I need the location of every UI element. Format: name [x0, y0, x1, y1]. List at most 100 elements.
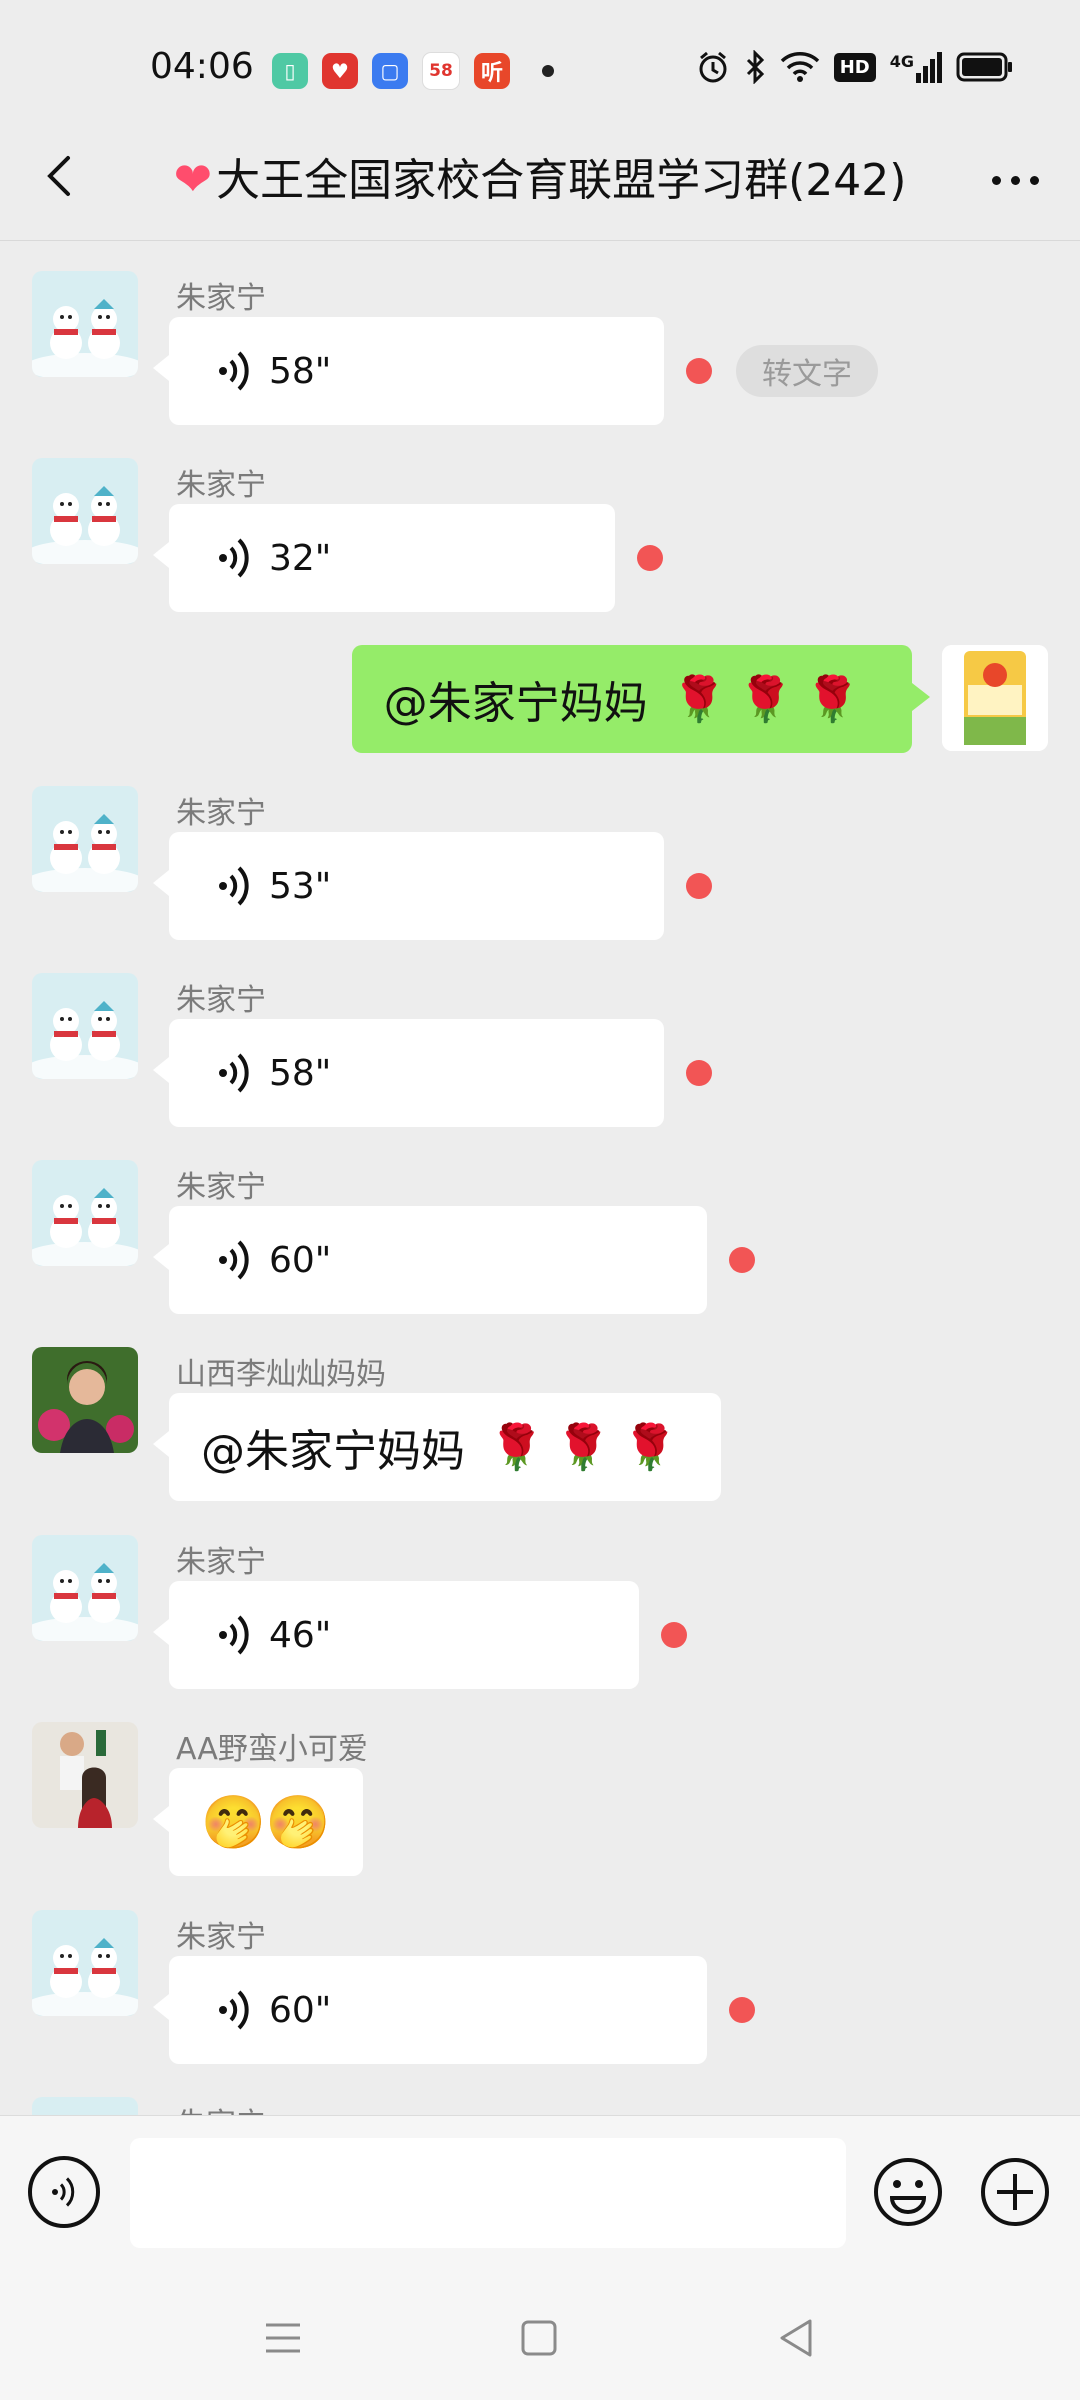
- snowman-avatar-icon: [32, 786, 138, 892]
- voice-duration: 46": [269, 1614, 332, 1656]
- to-text-button[interactable]: 转文字: [736, 345, 878, 397]
- voice-message-bubble[interactable]: 32": [153, 504, 615, 612]
- unread-dot: [661, 1622, 687, 1648]
- sender-name: 山西李灿灿妈妈: [176, 1357, 386, 1392]
- chat-title: ❤大王全国家校合育联盟学习群(242): [150, 144, 930, 208]
- heart-icon: ❤: [173, 152, 213, 206]
- avatar[interactable]: [32, 1347, 138, 1453]
- rose-emoji-icons: 🌹🌹🌹: [671, 674, 872, 725]
- message-text: @朱家宁妈妈: [383, 678, 648, 729]
- avatar[interactable]: [32, 271, 138, 377]
- sender-name: 朱家宁: [176, 1545, 266, 1580]
- unread-dot: [686, 1060, 712, 1086]
- voice-duration: 32": [269, 537, 332, 579]
- unread-dot: [686, 358, 712, 384]
- avatar[interactable]: [32, 1722, 138, 1828]
- message-text: 🤭🤭: [201, 1792, 331, 1853]
- sender-name: 朱家宁: [176, 796, 266, 831]
- unread-dot: [729, 1247, 755, 1273]
- sender-name: 朱家宁: [176, 1170, 266, 1205]
- voice-wave-icon: [219, 1053, 249, 1093]
- signal-icon: 4G: [889, 51, 942, 83]
- voice-wave-icon: [219, 538, 249, 578]
- voice-wave-icon: [219, 351, 249, 391]
- listen-app-icon: 听: [474, 53, 510, 89]
- home-nav-icon[interactable]: [514, 2313, 564, 2363]
- alarm-icon: [699, 51, 727, 83]
- sender-name: 朱家宁: [176, 2099, 266, 2115]
- rose-emoji-icons: 🌹🌹🌹: [489, 1422, 690, 1473]
- unread-dot: [729, 1997, 755, 2023]
- more-options-button[interactable]: [980, 150, 1050, 210]
- status-app-icons: ▯ ♥ ▢ 58 听: [272, 52, 554, 90]
- wifi-icon: [780, 52, 819, 82]
- voice-message-bubble[interactable]: 60": [153, 1206, 707, 1314]
- sender-name: AA野蛮小可爱: [176, 1732, 368, 1767]
- bluetooth-icon: [746, 50, 764, 84]
- menu-nav-icon[interactable]: [258, 2313, 308, 2363]
- avatar[interactable]: [32, 1160, 138, 1266]
- snowman-avatar-icon: [32, 1160, 138, 1266]
- network-label: 4G: [889, 51, 914, 71]
- system-nav-bar: [0, 2275, 1080, 2400]
- 58-app-icon: 58: [422, 52, 460, 90]
- chat-title-text: 大王全国家校合育联盟学习群(242): [216, 155, 907, 206]
- battery-icon: [956, 52, 1012, 82]
- snowman-avatar-icon: [32, 1535, 138, 1641]
- avatar[interactable]: [32, 973, 138, 1079]
- voice-duration: 60": [269, 1239, 332, 1281]
- voice-message-bubble[interactable]: 58": [153, 1019, 664, 1127]
- emoji-message-bubble[interactable]: 🤭🤭: [153, 1768, 363, 1876]
- snowman-avatar-icon: [32, 973, 138, 1079]
- emoji-button-icon[interactable]: [872, 2156, 944, 2228]
- person-photo-icon: [32, 1722, 138, 1828]
- voice-message-bubble[interactable]: 60": [153, 1956, 707, 2064]
- status-time: 04:06: [150, 46, 254, 87]
- plus-button-icon[interactable]: [979, 2156, 1051, 2228]
- my-avatar[interactable]: [942, 645, 1048, 751]
- back-arrow-icon[interactable]: [30, 146, 90, 206]
- voice-duration: 58": [269, 350, 332, 392]
- avatar[interactable]: [32, 458, 138, 564]
- voice-duration: 60": [269, 1989, 332, 2031]
- my-text-message-bubble[interactable]: @朱家宁妈妈 🌹🌹🌹: [351, 645, 931, 753]
- voice-message-bubble[interactable]: 46": [153, 1581, 639, 1689]
- red-heart-app-icon: ♥: [322, 53, 358, 89]
- snowman-avatar-icon: [32, 271, 138, 377]
- status-indicators: HD 4G: [696, 50, 1014, 84]
- unread-dot: [686, 873, 712, 899]
- voice-wave-icon: [219, 1240, 249, 1280]
- sender-name: 朱家宁: [176, 983, 266, 1018]
- voice-wave-icon: [219, 1615, 249, 1655]
- sender-name: 朱家宁: [176, 1920, 266, 1955]
- voice-duration: 58": [269, 1052, 332, 1094]
- voice-message-bubble[interactable]: 53": [153, 832, 664, 940]
- voice-duration: 53": [269, 865, 332, 907]
- avatar[interactable]: [32, 1910, 138, 2016]
- blue-app-icon: ▢: [372, 53, 408, 89]
- sender-name: 朱家宁: [176, 468, 266, 503]
- unread-dot: [637, 545, 663, 571]
- message-list[interactable]: 朱家宁 58" 转文字 朱家宁 32" @朱家宁妈妈 🌹🌹🌹 朱家宁 53" 朱…: [0, 241, 1080, 2115]
- notification-dot-icon: [542, 65, 554, 77]
- avatar[interactable]: [32, 2097, 138, 2115]
- voice-message-bubble[interactable]: 58": [153, 317, 664, 425]
- green-app-icon: ▯: [272, 53, 308, 89]
- snowman-avatar-icon: [32, 458, 138, 564]
- hd-badge: HD: [833, 52, 876, 82]
- person-photo-icon: [32, 1347, 138, 1453]
- voice-wave-icon: [219, 866, 249, 906]
- voice-wave-icon: [219, 1990, 249, 2030]
- sender-name: 朱家宁: [176, 281, 266, 316]
- message-input[interactable]: [130, 2138, 846, 2248]
- message-text: @朱家宁妈妈: [201, 1426, 465, 1477]
- back-nav-icon[interactable]: [772, 2313, 822, 2363]
- text-message-bubble[interactable]: @朱家宁妈妈 🌹🌹🌹: [152, 1393, 722, 1501]
- avatar[interactable]: [32, 1535, 138, 1641]
- snowman-avatar-icon: [32, 1910, 138, 2016]
- voice-input-toggle-button[interactable]: [28, 2156, 100, 2228]
- chat-header: ❤大王全国家校合育联盟学习群(242): [0, 110, 1080, 241]
- voice-wave-icon: [52, 2177, 75, 2207]
- avatar[interactable]: [32, 786, 138, 892]
- input-bar: [0, 2115, 1080, 2276]
